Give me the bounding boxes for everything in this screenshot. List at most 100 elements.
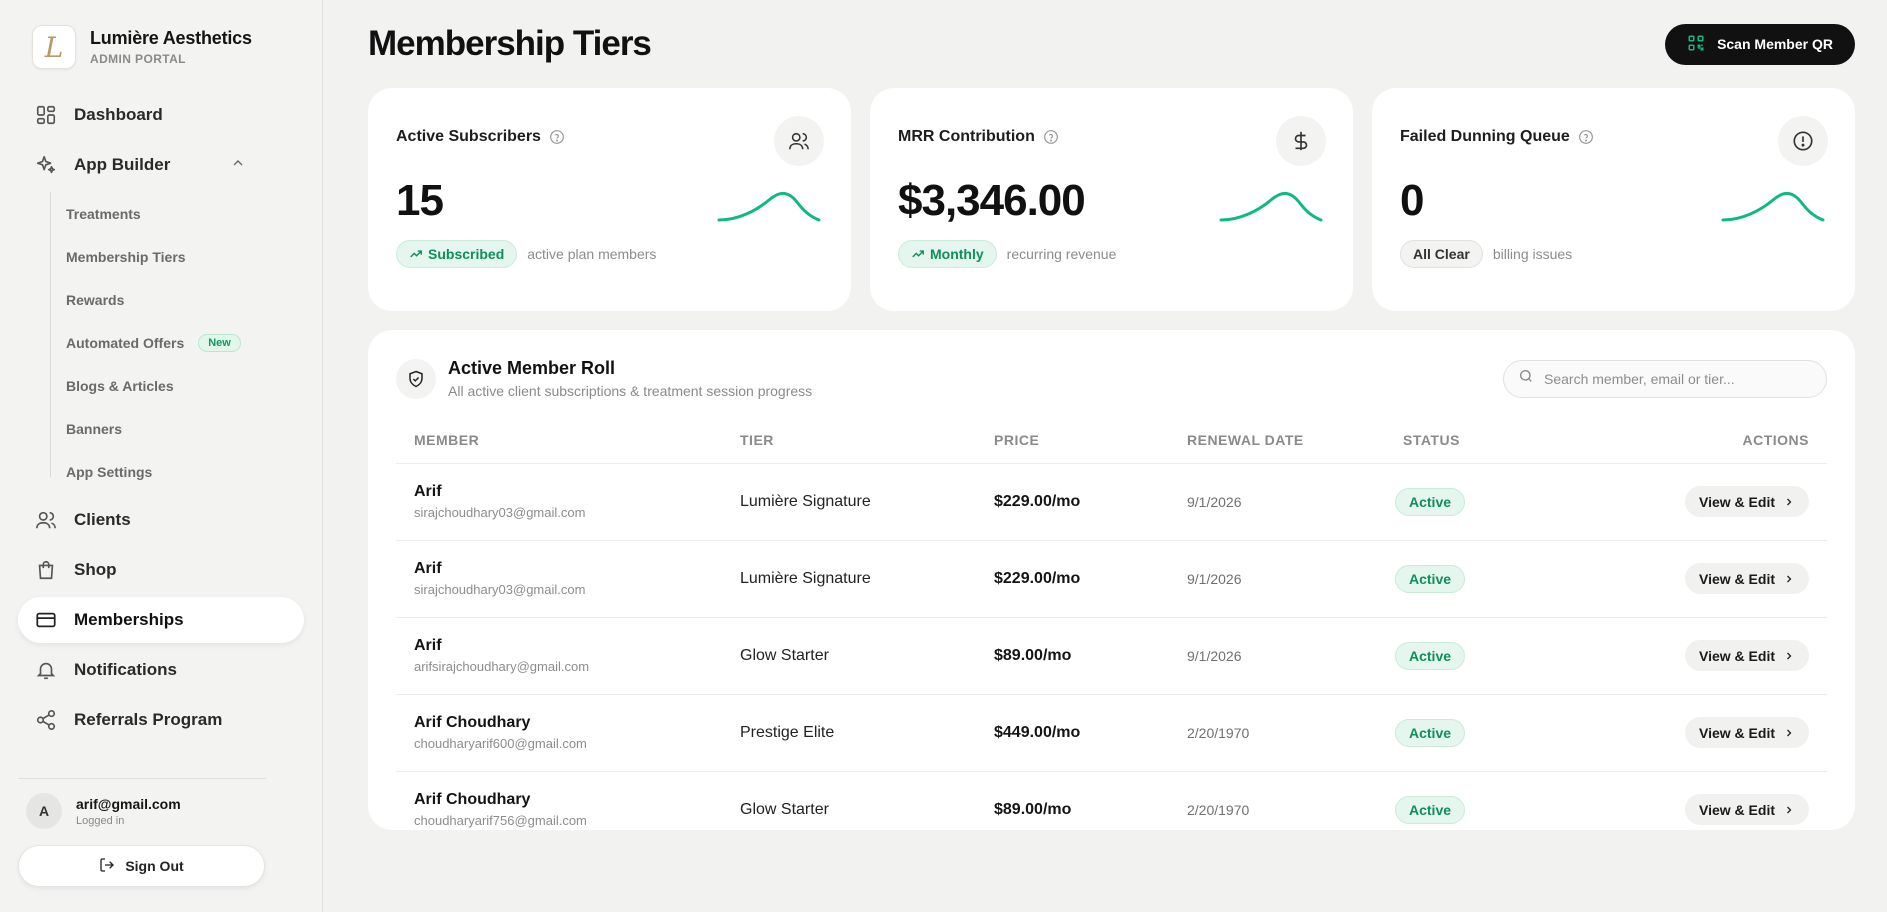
sparkline bbox=[717, 192, 821, 222]
stat-label: MRR Contribution bbox=[898, 128, 1035, 145]
shield-check-icon bbox=[396, 358, 436, 399]
actions-cell: View & Edit bbox=[1525, 771, 1827, 830]
sign-out-label: Sign Out bbox=[125, 858, 184, 874]
member-renewal-date: 9/1/2026 bbox=[1187, 617, 1395, 695]
column-header-tier: TIER bbox=[740, 417, 994, 464]
users-icon bbox=[34, 508, 58, 532]
view-edit-button[interactable]: View & Edit bbox=[1685, 486, 1809, 517]
nav-dashboard[interactable]: Dashboard bbox=[18, 92, 304, 138]
nav-referrals[interactable]: Referrals Program bbox=[18, 697, 304, 743]
nav-notifications-label: Notifications bbox=[74, 660, 177, 679]
member-name: Arif bbox=[414, 483, 442, 500]
help-icon[interactable] bbox=[1043, 129, 1059, 145]
status-cell: Active bbox=[1395, 463, 1525, 541]
member-tier: Glow Starter bbox=[740, 617, 994, 695]
subnav-blogs[interactable]: Blogs & Articles bbox=[66, 364, 304, 407]
status-badge: Active bbox=[1395, 718, 1466, 747]
nav-notifications[interactable]: Notifications bbox=[18, 647, 304, 693]
status-badge: Active bbox=[1395, 641, 1466, 670]
subscribed-badge-label: Subscribed bbox=[428, 246, 505, 262]
status-cell: Active bbox=[1395, 617, 1525, 695]
table-row: Arif Choudhary choudharyarif600@gmail.co… bbox=[396, 694, 1827, 772]
member-roll-subtitle: All active client subscriptions & treatm… bbox=[448, 383, 813, 399]
member-table: MEMBER TIER PRICE RENEWAL DATE STATUS AC… bbox=[396, 417, 1827, 830]
nav-memberships[interactable]: Memberships bbox=[18, 597, 304, 643]
brand-name: Lumière Aesthetics bbox=[90, 28, 252, 48]
chevron-right-icon bbox=[1787, 575, 1792, 582]
trending-up-icon bbox=[410, 250, 422, 258]
column-header-price: PRICE bbox=[994, 417, 1187, 464]
nav-dashboard-label: Dashboard bbox=[74, 105, 163, 124]
nav-referrals-label: Referrals Program bbox=[74, 710, 223, 729]
member-price: $229.00/mo bbox=[994, 540, 1187, 618]
scan-member-qr-label: Scan Member QR bbox=[1717, 36, 1833, 52]
view-edit-label: View & Edit bbox=[1699, 570, 1775, 587]
column-header-status: STATUS bbox=[1395, 417, 1525, 464]
member-email: choudharyarif756@gmail.com bbox=[414, 813, 587, 828]
nav-shop[interactable]: Shop bbox=[18, 547, 304, 593]
dollar-icon bbox=[1276, 116, 1326, 166]
table-row: Arif sirajchoudhary03@gmail.com Lumière … bbox=[396, 463, 1827, 541]
new-badge: New bbox=[198, 333, 241, 352]
nav-clients-label: Clients bbox=[74, 510, 131, 529]
member-email: sirajchoudhary03@gmail.com bbox=[414, 582, 586, 597]
nav-app-builder-label: App Builder bbox=[74, 155, 171, 174]
chevron-right-icon bbox=[1787, 729, 1792, 736]
member-price: $449.00/mo bbox=[994, 694, 1187, 772]
logout-icon bbox=[99, 857, 115, 876]
status-cell: Active bbox=[1395, 771, 1525, 830]
member-name: Arif Choudhary bbox=[414, 714, 531, 731]
table-row: Arif Choudhary choudharyarif756@gmail.co… bbox=[396, 771, 1827, 830]
member-roll-panel: Active Member Roll All active client sub… bbox=[368, 330, 1855, 830]
user-status: Logged in bbox=[76, 814, 125, 827]
member-name: Arif Choudhary bbox=[414, 791, 531, 808]
view-edit-button[interactable]: View & Edit bbox=[1685, 640, 1809, 671]
scan-member-qr-button[interactable]: Scan Member QR bbox=[1665, 23, 1855, 65]
search-input[interactable] bbox=[1544, 370, 1804, 387]
status-cell: Active bbox=[1395, 694, 1525, 772]
subnav-app-settings[interactable]: App Settings bbox=[66, 450, 304, 493]
help-icon[interactable] bbox=[1578, 129, 1594, 145]
status-badge: Active bbox=[1395, 564, 1466, 593]
subnav-rewards[interactable]: Rewards bbox=[66, 278, 304, 321]
stat-label: Failed Dunning Queue bbox=[1400, 128, 1570, 145]
column-header-member: MEMBER bbox=[396, 417, 740, 464]
help-icon[interactable] bbox=[549, 129, 565, 145]
status-cell: Active bbox=[1395, 540, 1525, 618]
view-edit-label: View & Edit bbox=[1699, 493, 1775, 510]
stat-card-subscribers: Active Subscribers 15 Subscribed active … bbox=[368, 88, 851, 311]
member-renewal-date: 9/1/2026 bbox=[1187, 463, 1395, 541]
member-tier: Lumière Signature bbox=[740, 463, 994, 541]
subnav-treatments[interactable]: Treatments bbox=[66, 192, 304, 235]
member-cell: Arif Choudhary choudharyarif756@gmail.co… bbox=[396, 771, 740, 830]
monthly-badge: Monthly bbox=[898, 240, 997, 268]
status-badge: Active bbox=[1395, 795, 1466, 824]
subscribed-badge: Subscribed bbox=[396, 240, 518, 268]
stats-row: Active Subscribers 15 Subscribed active … bbox=[368, 88, 1855, 311]
view-edit-button[interactable]: View & Edit bbox=[1685, 563, 1809, 594]
view-edit-label: View & Edit bbox=[1699, 724, 1775, 741]
subnav-membership-tiers[interactable]: Membership Tiers bbox=[66, 235, 304, 278]
member-renewal-date: 2/20/1970 bbox=[1187, 771, 1395, 830]
sparkline bbox=[1219, 192, 1323, 222]
member-price: $229.00/mo bbox=[994, 463, 1187, 541]
app-builder-subnav: Treatments Membership Tiers Rewards Auto… bbox=[46, 192, 304, 493]
stat-note: recurring revenue bbox=[1006, 246, 1117, 262]
subnav-automated-offers[interactable]: Automated Offers New bbox=[66, 321, 304, 364]
view-edit-button[interactable]: View & Edit bbox=[1685, 717, 1809, 748]
sparkline bbox=[1721, 192, 1825, 222]
stat-card-dunning: Failed Dunning Queue 0 All Clear billing… bbox=[1372, 88, 1855, 311]
column-header-actions: ACTIONS bbox=[1525, 417, 1827, 464]
column-header-renewal-date: RENEWAL DATE bbox=[1187, 417, 1395, 464]
nav-clients[interactable]: Clients bbox=[18, 497, 304, 543]
nav-app-builder[interactable]: App Builder bbox=[18, 142, 304, 188]
sidebar: L Lumière Aesthetics ADMIN PORTAL Dashbo… bbox=[0, 0, 323, 912]
chevron-up-icon[interactable] bbox=[230, 155, 246, 176]
brand-logo-letter: L bbox=[44, 30, 64, 64]
actions-cell: View & Edit bbox=[1525, 540, 1827, 618]
sign-out-button[interactable]: Sign Out bbox=[18, 845, 265, 887]
view-edit-button[interactable]: View & Edit bbox=[1685, 794, 1809, 825]
subnav-banners[interactable]: Banners bbox=[66, 407, 304, 450]
member-price: $89.00/mo bbox=[994, 617, 1187, 695]
stat-note: active plan members bbox=[527, 246, 657, 262]
